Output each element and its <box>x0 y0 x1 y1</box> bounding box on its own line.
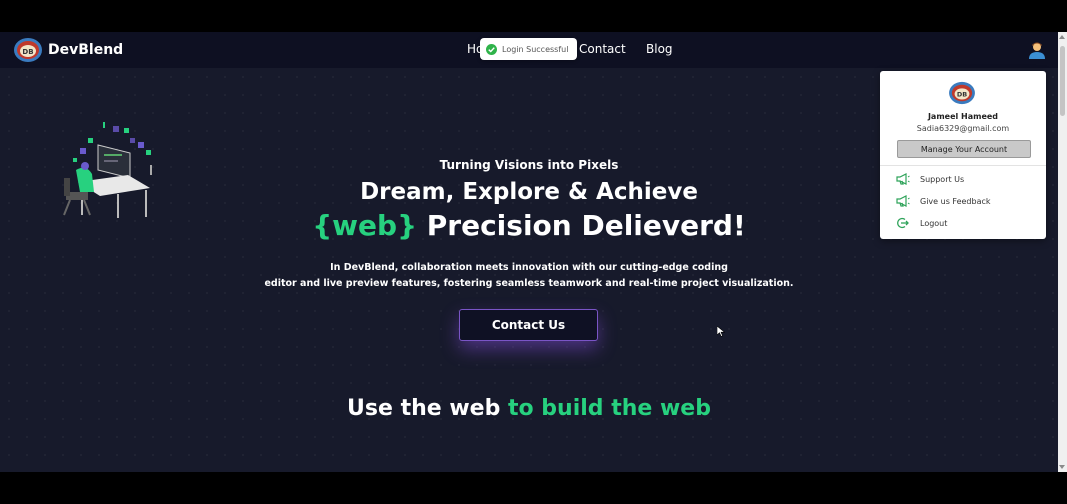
manage-account-button[interactable]: Manage Your Account <box>897 140 1031 158</box>
scroll-down-icon[interactable] <box>1059 465 1065 469</box>
devblend-logo-icon: DB <box>14 38 42 62</box>
scroll-up-icon[interactable] <box>1059 35 1065 39</box>
nav-blog-link[interactable]: Blog <box>646 42 673 56</box>
megaphone-icon <box>896 195 910 207</box>
account-email: Sadia6329@gmail.com <box>916 124 1010 133</box>
hero-headline-rest: Precision Delieverd! <box>417 209 746 242</box>
account-user-name: Jameel Hameed <box>927 112 999 121</box>
brand-name: DevBlend <box>48 42 124 58</box>
menu-item-label: Support Us <box>920 174 965 184</box>
devblend-logo-icon: DB <box>949 81 975 105</box>
hero-headline-accent: {web} <box>312 209 418 242</box>
user-avatar-icon[interactable] <box>1028 41 1046 59</box>
hero-description-line2: editor and live preview features, foster… <box>264 278 794 289</box>
brand[interactable]: DB DevBlend <box>13 37 123 63</box>
mouse-cursor-icon <box>717 326 725 337</box>
logout-icon <box>897 217 909 229</box>
menu-item-support-us[interactable]: Support Us <box>896 173 964 185</box>
login-success-toast: Login Successful <box>480 38 577 60</box>
section-title-plain: Use the web <box>347 396 508 421</box>
nav-contact-link[interactable]: Contact <box>579 42 626 56</box>
svg-text:DB: DB <box>957 91 967 99</box>
contact-us-button[interactable]: Contact Us <box>459 309 598 341</box>
letterbox-top <box>0 0 1067 32</box>
hero-description-line1: In DevBlend, collaboration meets innovat… <box>330 262 728 273</box>
scrollbar-thumb[interactable] <box>1060 46 1065 116</box>
toast-message: Login Successful <box>502 44 569 54</box>
section-title: Use the web to build the web <box>0 396 1058 421</box>
letterbox-bottom <box>0 472 1067 504</box>
check-circle-icon <box>486 43 497 55</box>
account-dropdown: DB Jameel Hameed Sadia6329@gmail.com Man… <box>880 71 1046 239</box>
menu-item-label: Give us Feedback <box>920 196 991 206</box>
browser-viewport: DB DevBlend Ho Contact Blog Login Succes… <box>0 32 1058 472</box>
section-title-accent: to build the web <box>508 396 711 421</box>
menu-item-give-feedback[interactable]: Give us Feedback <box>896 195 991 207</box>
menu-item-logout[interactable]: Logout <box>896 217 947 229</box>
hero-description: In DevBlend, collaboration meets innovat… <box>0 260 1058 292</box>
megaphone-icon <box>896 173 910 185</box>
dropdown-divider <box>880 165 1046 166</box>
svg-text:DB: DB <box>22 48 33 56</box>
vertical-scrollbar[interactable] <box>1058 32 1067 472</box>
menu-item-label: Logout <box>920 218 948 228</box>
